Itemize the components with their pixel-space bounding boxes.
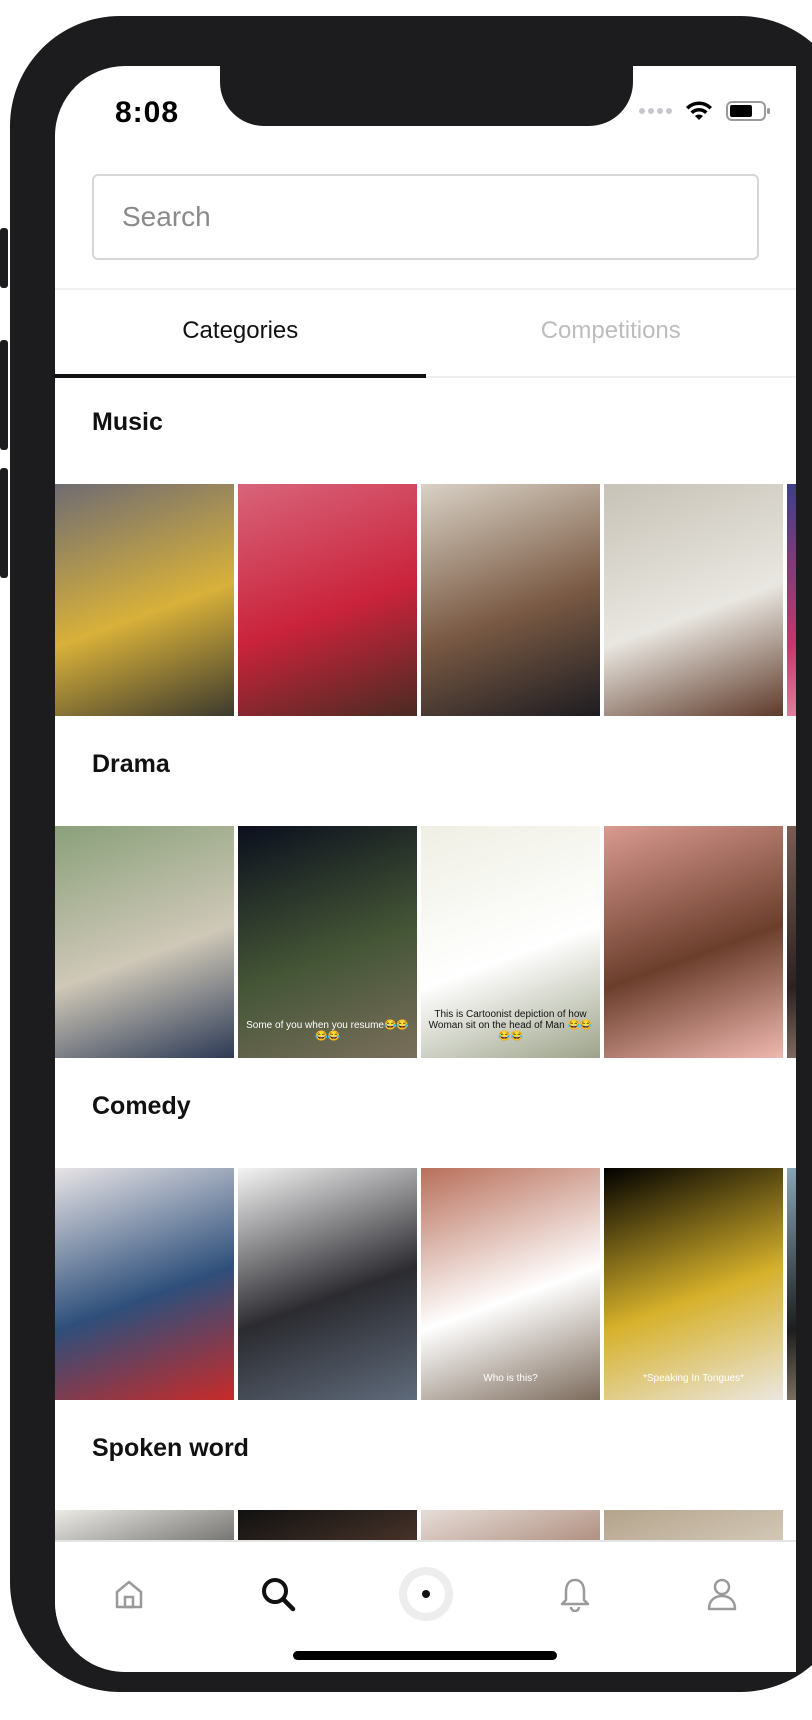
battery-icon (726, 101, 770, 121)
video-thumbnail[interactable] (604, 826, 783, 1058)
categories-list[interactable]: Music Drama Some of you when you resume😂… (55, 378, 796, 1590)
section-title: Drama (92, 750, 170, 778)
nav-profile[interactable] (692, 1564, 752, 1624)
video-thumbnail[interactable] (238, 1168, 417, 1400)
side-button (0, 340, 8, 450)
nav-record[interactable] (396, 1564, 456, 1624)
profile-icon (707, 1578, 737, 1611)
device-frame: 8:08 Categories Competitions Musi (10, 16, 812, 1692)
video-thumbnail[interactable] (787, 484, 796, 716)
thumbnail-row[interactable]: Some of you when you resume😂😂😂😂 This is C… (55, 826, 796, 1058)
thumbnail-caption: Who is this? (483, 1373, 538, 1384)
video-thumbnail[interactable]: Who is this? (421, 1168, 600, 1400)
video-thumbnail[interactable]: This is Cartoonist depiction of how Woma… (421, 826, 600, 1058)
thumbnail-caption: This is Cartoonist depiction of how Woma… (428, 1009, 593, 1042)
bell-icon (560, 1578, 590, 1612)
thumbnail-caption: *Speaking In Tongues* (642, 1373, 744, 1384)
wifi-icon (686, 101, 712, 120)
record-icon (399, 1567, 453, 1621)
home-icon (115, 1580, 143, 1609)
section-title: Comedy (92, 1092, 191, 1120)
thumbnail-row[interactable]: Who is this? *Speaking In Tongues* (55, 1168, 796, 1400)
screen: 8:08 Categories Competitions Musi (55, 66, 796, 1672)
video-thumbnail[interactable] (787, 826, 796, 1058)
tab-categories[interactable]: Categories (55, 290, 426, 378)
tab-bar: Categories Competitions (55, 290, 796, 378)
search-box[interactable] (92, 174, 759, 260)
video-thumbnail[interactable] (55, 1168, 234, 1400)
side-button (0, 468, 8, 578)
home-indicator[interactable] (293, 1651, 557, 1660)
video-thumbnail[interactable]: Some of you when you resume😂😂😂😂 (238, 826, 417, 1058)
video-thumbnail[interactable]: *Speaking In Tongues* (604, 1168, 783, 1400)
signal-icon (639, 108, 672, 114)
status-time: 8:08 (115, 96, 180, 129)
nav-search[interactable] (248, 1564, 308, 1624)
status-indicators (639, 100, 772, 122)
video-thumbnail[interactable] (421, 484, 600, 716)
thumbnail-caption: Some of you when you resume😂😂😂😂 (246, 1020, 409, 1042)
nav-notifications[interactable] (545, 1564, 605, 1624)
notch (220, 66, 633, 126)
video-thumbnail[interactable] (55, 484, 234, 716)
video-thumbnail[interactable] (787, 1168, 796, 1400)
video-thumbnail[interactable] (238, 484, 417, 716)
section-title: Spoken word (92, 1434, 249, 1462)
video-thumbnail[interactable] (604, 484, 783, 716)
search-input[interactable] (94, 176, 757, 258)
tab-competitions[interactable]: Competitions (426, 290, 797, 376)
search-icon (262, 1578, 296, 1612)
video-thumbnail[interactable] (55, 826, 234, 1058)
side-button (0, 228, 8, 288)
section-title: Music (92, 408, 163, 436)
thumbnail-row[interactable] (55, 484, 796, 716)
nav-home[interactable] (99, 1564, 159, 1624)
